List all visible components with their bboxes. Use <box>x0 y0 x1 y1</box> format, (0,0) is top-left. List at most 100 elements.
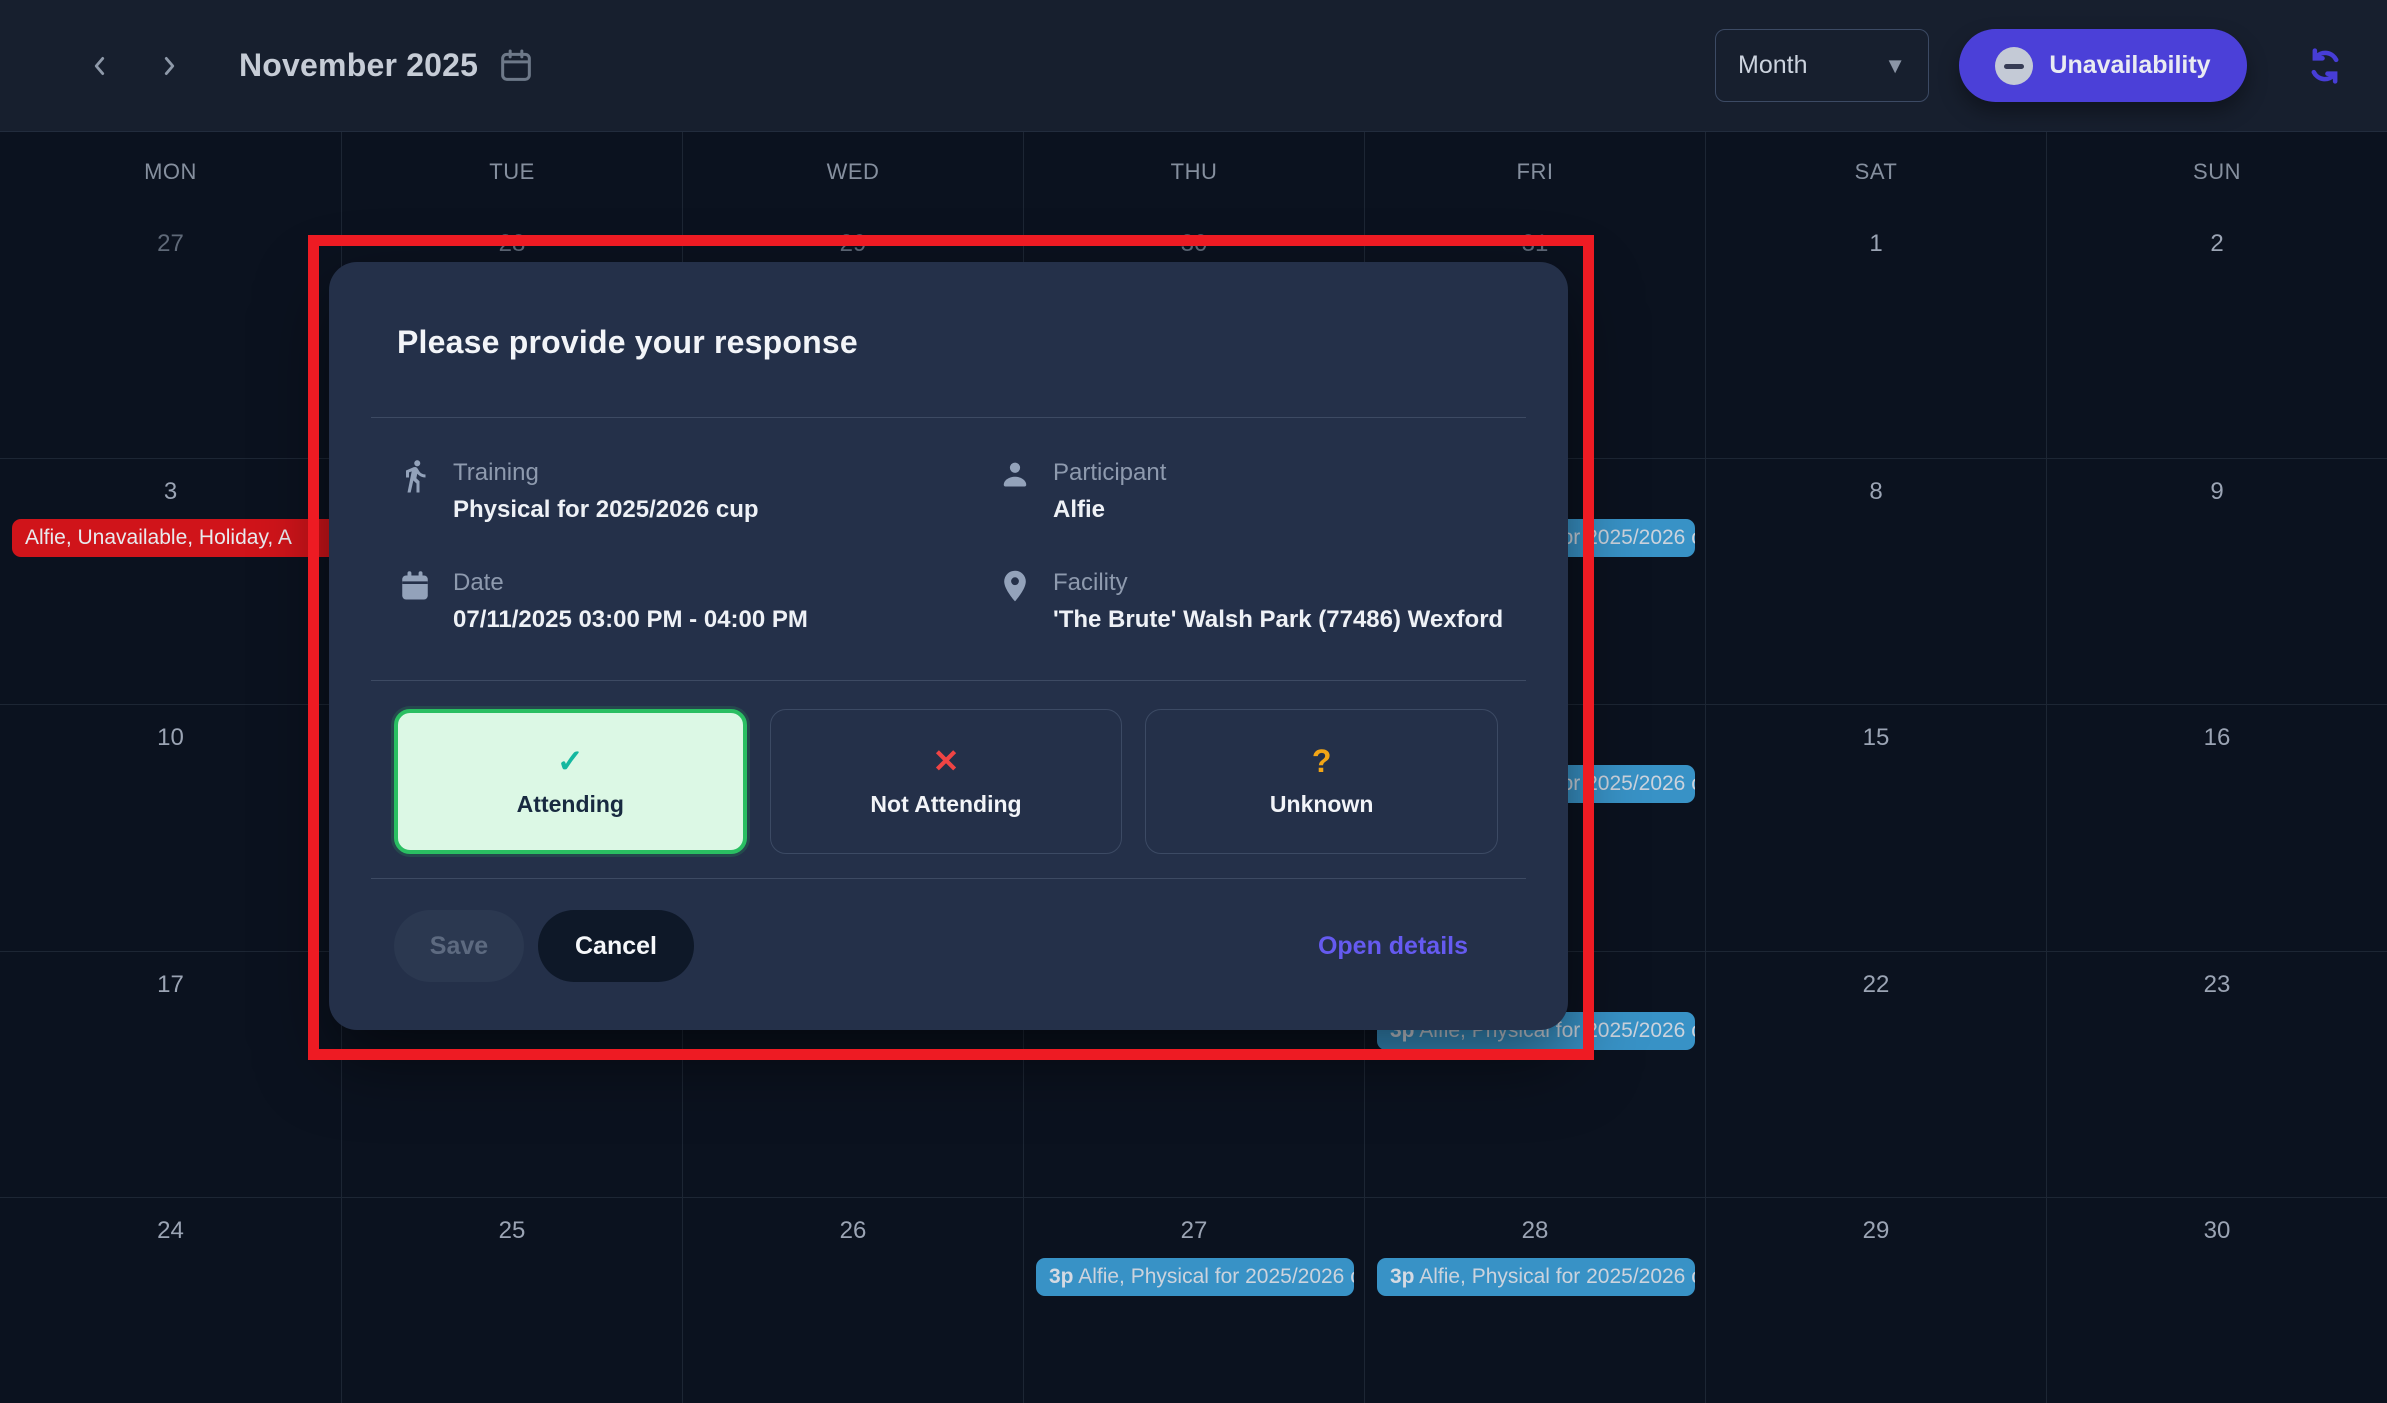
unavailability-button[interactable]: Unavailability <box>1959 29 2247 102</box>
divider <box>371 680 1526 681</box>
event-title: Alfie, Physical for 2025/2026 cup <box>1078 1265 1354 1288</box>
prev-month-button[interactable] <box>78 44 122 88</box>
day-number: 30 <box>1024 230 1364 258</box>
day-number: 28 <box>1365 1217 1705 1245</box>
day-number: 24 <box>0 1217 341 1245</box>
field-value: Physical for 2025/2026 cup <box>453 493 759 526</box>
divider <box>371 878 1526 879</box>
response-label: Not Attending <box>870 791 1021 818</box>
day-number: 27 <box>0 230 341 258</box>
day-cell[interactable]: 16 <box>2046 705 2387 951</box>
minus-circle-icon <box>1995 47 2033 85</box>
runner-icon <box>395 458 435 526</box>
day-cell[interactable]: 17 <box>0 952 341 1198</box>
day-cell[interactable]: 9 <box>2046 459 2387 705</box>
day-cell[interactable]: 26 <box>682 1198 1023 1403</box>
event-details: Training Physical for 2025/2026 cup Part… <box>395 458 1510 636</box>
training-field: Training Physical for 2025/2026 cup <box>395 458 995 526</box>
day-number: 22 <box>1706 971 2046 999</box>
field-value: 07/11/2025 03:00 PM - 04:00 PM <box>453 603 808 636</box>
next-month-button[interactable] <box>147 44 191 88</box>
event-pill-training[interactable]: 3p Alfie, Physical for 2025/2026 cup <box>1036 1258 1354 1296</box>
day-cell[interactable]: 25 <box>341 1198 682 1403</box>
day-number: 2 <box>2047 230 2387 258</box>
cross-icon: ✕ <box>933 745 960 777</box>
day-cell[interactable]: 27 3p Alfie, Physical for 2025/2026 cup <box>1023 1198 1364 1403</box>
day-header-tue: TUE <box>341 132 682 211</box>
day-cell[interactable]: 23 <box>2046 952 2387 1198</box>
field-value: 'The Brute' Walsh Park (77486) Wexford <box>1053 603 1503 636</box>
calendar-icon[interactable] <box>496 46 536 86</box>
day-header-fri: FRI <box>1364 132 1705 211</box>
view-mode-select[interactable]: Month ▼ <box>1715 29 1929 102</box>
day-cell[interactable]: 22 <box>1705 952 2046 1198</box>
field-label: Date <box>453 568 808 598</box>
event-pill-unavailability[interactable]: Alfie, Unavailable, Holiday, A <box>12 519 353 557</box>
page-title: November 2025 <box>239 47 478 84</box>
save-button[interactable]: Save <box>394 910 524 982</box>
unavailability-label: Unavailability <box>2049 51 2210 80</box>
day-header-wed: WED <box>682 132 1023 211</box>
event-pill-training[interactable]: 3p Alfie, Physical for 2025/2026 cup <box>1377 1258 1695 1296</box>
field-label: Facility <box>1053 568 1503 598</box>
day-number: 25 <box>342 1217 682 1245</box>
day-header-thu: THU <box>1023 132 1364 211</box>
week-row: 24252627 3p Alfie, Physical for 2025/2026… <box>0 1197 2387 1403</box>
question-icon: ? <box>1312 745 1332 777</box>
calendar-icon <box>395 568 435 636</box>
day-cell[interactable]: 24 <box>0 1198 341 1403</box>
day-number: 27 <box>1024 1217 1364 1245</box>
day-number: 28 <box>342 230 682 258</box>
day-number: 1 <box>1706 230 2046 258</box>
chevron-right-icon <box>156 53 182 79</box>
not-attending-button[interactable]: ✕ Not Attending <box>770 709 1123 854</box>
day-number: 29 <box>1706 1217 2046 1245</box>
refresh-button[interactable] <box>2301 42 2349 90</box>
day-header-mon: MON <box>0 132 341 211</box>
day-cell[interactable]: 10 <box>0 705 341 951</box>
day-number: 31 <box>1365 230 1705 258</box>
check-icon: ✓ <box>557 745 584 777</box>
response-label: Unknown <box>1270 791 1374 818</box>
unknown-button[interactable]: ? Unknown <box>1145 709 1498 854</box>
event-title: Alfie, Physical for 2025/2026 cup <box>1419 1265 1695 1288</box>
day-number: 17 <box>0 971 341 999</box>
chevron-left-icon <box>87 53 113 79</box>
field-value: Alfie <box>1053 493 1166 526</box>
day-number: 30 <box>2047 1217 2387 1245</box>
chevron-down-icon: ▼ <box>1884 55 1906 77</box>
day-number: 15 <box>1706 724 2046 752</box>
event-list: Alfie, Unavailable, Holiday, A <box>12 519 331 563</box>
day-number: 9 <box>2047 478 2387 506</box>
day-number: 8 <box>1706 478 2046 506</box>
day-number: 3 <box>0 478 341 506</box>
response-options: ✓ Attending ✕ Not Attending ? Unknown <box>394 709 1498 854</box>
open-details-link[interactable]: Open details <box>1318 932 1468 961</box>
day-header-row: MONTUEWEDTHUFRISATSUN <box>0 132 2387 211</box>
day-number: 26 <box>683 1217 1023 1245</box>
field-label: Training <box>453 458 759 488</box>
event-title: Alfie, Unavailable, Holiday, A <box>25 526 292 549</box>
top-bar: November 2025 Month ▼ Unavailability <box>0 0 2387 132</box>
attending-button[interactable]: ✓ Attending <box>394 709 747 854</box>
day-number: 10 <box>0 724 341 752</box>
day-cell[interactable]: 28 3p Alfie, Physical for 2025/2026 cup <box>1364 1198 1705 1403</box>
divider <box>371 417 1526 418</box>
day-header-sun: SUN <box>2046 132 2387 211</box>
day-cell[interactable]: 1 <box>1705 211 2046 458</box>
day-cell[interactable]: 30 <box>2046 1198 2387 1403</box>
cancel-button[interactable]: Cancel <box>538 910 694 982</box>
field-label: Participant <box>1053 458 1166 488</box>
day-cell[interactable]: 3 Alfie, Unavailable, Holiday, A <box>0 459 341 705</box>
day-cell[interactable]: 15 <box>1705 705 2046 951</box>
day-cell[interactable]: 2 <box>2046 211 2387 458</box>
day-cell[interactable]: 8 <box>1705 459 2046 705</box>
day-cell[interactable]: 27 <box>0 211 341 458</box>
participant-field: Participant Alfie <box>995 458 1510 526</box>
event-time: 3p <box>1390 1265 1415 1288</box>
response-label: Attending <box>517 791 624 818</box>
facility-field: Facility 'The Brute' Walsh Park (77486) … <box>995 568 1510 636</box>
event-list: 3p Alfie, Physical for 2025/2026 cup <box>1036 1258 1354 1302</box>
event-list: 3p Alfie, Physical for 2025/2026 cup <box>1377 1258 1695 1302</box>
day-cell[interactable]: 29 <box>1705 1198 2046 1403</box>
